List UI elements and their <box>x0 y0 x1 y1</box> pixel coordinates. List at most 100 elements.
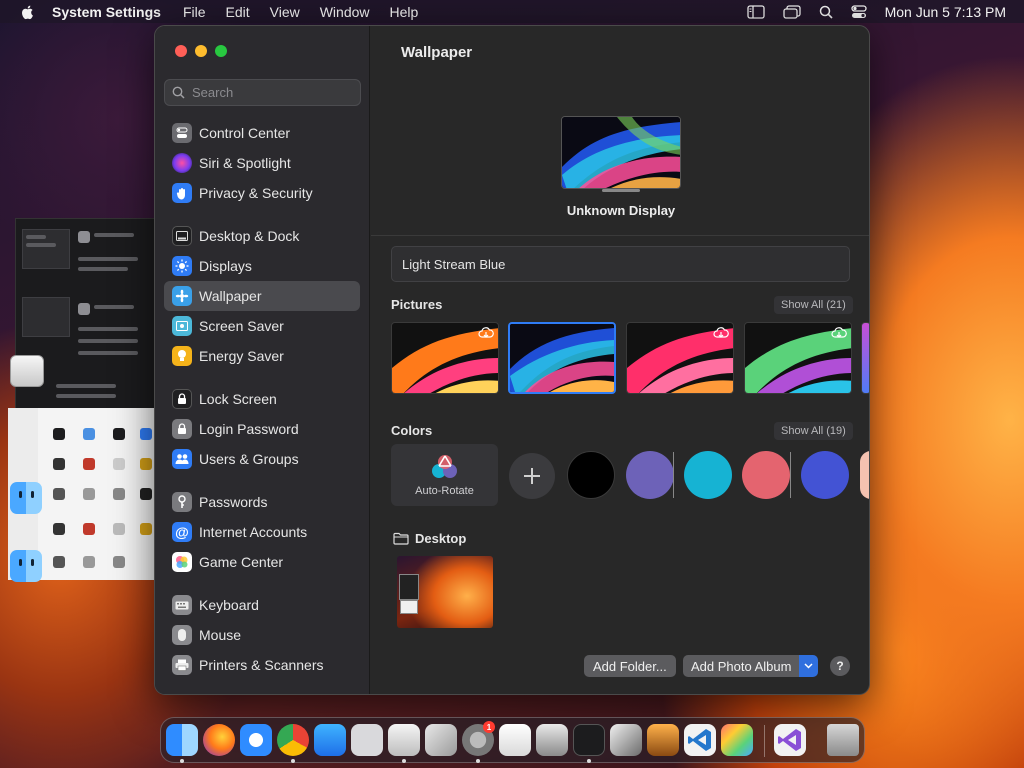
dock-chrome-icon[interactable] <box>277 724 309 756</box>
users-icon <box>172 449 192 469</box>
color-swatch-purple[interactable] <box>626 451 674 499</box>
dock-disk-utility-icon[interactable] <box>388 724 420 756</box>
color-swatch-black[interactable] <box>567 451 615 499</box>
menu-file[interactable]: File <box>183 4 206 20</box>
wallpaper-thumbnail[interactable] <box>626 322 734 394</box>
auto-rotate-button[interactable]: Auto-Rotate <box>391 444 498 506</box>
dock-app-store-icon[interactable] <box>314 724 346 756</box>
color-swatch-peach[interactable] <box>860 451 869 499</box>
sidebar-item-label: Printers & Scanners <box>199 657 324 673</box>
stage-manager-icon[interactable] <box>782 4 801 19</box>
dock-safari-icon[interactable] <box>240 724 272 756</box>
spotlight-search-icon[interactable] <box>819 5 833 19</box>
sidebar-item-desktop-dock[interactable]: Desktop & Dock <box>164 221 360 251</box>
dock-textedit-icon[interactable] <box>499 724 531 756</box>
sidebar-item-label: Control Center <box>199 125 291 141</box>
sidebar-item-energy-saver[interactable]: Energy Saver <box>164 341 360 371</box>
dock-instruments-icon[interactable] <box>610 724 642 756</box>
sidebar-item-siri-spotlight[interactable]: Siri & Spotlight <box>164 148 360 178</box>
running-indicator <box>476 759 480 763</box>
dock-launchpad-icon[interactable] <box>721 724 753 756</box>
auto-rotate-icon <box>431 455 457 478</box>
search-field[interactable] <box>164 79 361 106</box>
wallpaper-thumbnail[interactable] <box>861 322 869 394</box>
chevron-down-icon[interactable] <box>799 655 819 677</box>
color-swatch-pink[interactable] <box>742 451 790 499</box>
wallpaper-name: Light Stream Blue <box>402 256 506 272</box>
menu-clock[interactable]: Mon Jun 5 7:13 PM <box>885 4 1006 20</box>
swatch-divider <box>673 452 674 498</box>
sidebar-item-keyboard[interactable]: Keyboard <box>164 590 360 620</box>
printer-icon <box>172 655 192 675</box>
sidebar-item-printers-scanners[interactable]: Printers & Scanners <box>164 650 360 680</box>
colors-show-all-button[interactable]: Show All (19) <box>774 422 853 440</box>
dock-separator <box>764 725 765 757</box>
sidebar-item-users-groups[interactable]: Users & Groups <box>164 444 360 474</box>
dock-visual-studio-icon[interactable] <box>774 724 806 756</box>
close-button[interactable] <box>175 45 187 57</box>
sidebar-toggle-icon[interactable] <box>746 4 765 19</box>
dock-firefox-icon[interactable] <box>203 724 235 756</box>
color-swatch-teal[interactable] <box>684 451 732 499</box>
sidebar-item-displays[interactable]: Displays <box>164 251 360 281</box>
dock-terminal-icon[interactable] <box>573 724 605 756</box>
dock-script-editor-icon[interactable] <box>425 724 457 756</box>
search-icon <box>172 86 185 99</box>
wallpaper-icon <box>172 286 192 306</box>
minimize-button[interactable] <box>195 45 207 57</box>
sidebar-item-wallpaper[interactable]: Wallpaper <box>164 281 360 311</box>
disk-utility-icon[interactable] <box>10 355 44 387</box>
siri-icon <box>172 153 192 173</box>
system-settings-window: Control Center Siri & Spotlight Privacy … <box>154 25 870 695</box>
control-center-icon[interactable] <box>850 4 867 19</box>
cloud-download-icon <box>478 327 494 338</box>
dock-finder-icon[interactable] <box>166 724 198 756</box>
game-center-icon <box>172 552 192 572</box>
menu-window[interactable]: Window <box>320 4 370 20</box>
hand-icon <box>172 183 192 203</box>
add-photo-album-label[interactable]: Add Photo Album <box>683 655 800 677</box>
finder-icon[interactable] <box>10 550 42 582</box>
pictures-show-all-button[interactable]: Show All (21) <box>774 296 853 314</box>
wallpaper-thumbnail[interactable] <box>744 322 852 394</box>
colors-title: Colors <box>391 423 433 438</box>
sidebar-item-lock-screen[interactable]: Lock Screen <box>164 384 360 414</box>
sidebar-item-mouse[interactable]: Mouse <box>164 620 360 650</box>
sidebar-item-internet-accounts[interactable]: @ Internet Accounts <box>164 517 360 547</box>
desktop-folder-header: Desktop <box>393 531 466 546</box>
wallpaper-thumbnail-selected[interactable] <box>508 322 616 394</box>
add-photo-album-button[interactable]: Add Photo Album <box>683 655 819 677</box>
menu-edit[interactable]: Edit <box>226 4 250 20</box>
wallpaper-name-field[interactable]: Light Stream Blue <box>391 246 850 282</box>
dock-vscode-icon[interactable] <box>684 724 716 756</box>
sidebar-item-screen-saver[interactable]: Screen Saver <box>164 311 360 341</box>
lightbulb-icon <box>172 346 192 366</box>
color-swatch-blue[interactable] <box>801 451 849 499</box>
desktop-folder-image[interactable] <box>397 556 493 628</box>
running-indicator <box>587 759 591 763</box>
sidebar-item-label: Screen Saver <box>199 318 284 334</box>
zoom-button[interactable] <box>215 45 227 57</box>
dock-trash-icon[interactable] <box>827 724 859 756</box>
dock-preview-icon[interactable] <box>536 724 568 756</box>
dock: 1 <box>160 717 865 763</box>
menu-app-name[interactable]: System Settings <box>52 4 161 20</box>
wallpaper-thumbnail[interactable] <box>391 322 499 394</box>
sidebar-item-game-center[interactable]: Game Center <box>164 547 360 577</box>
dock-screenshot-icon[interactable] <box>351 724 383 756</box>
finder-icon[interactable] <box>10 482 42 514</box>
sidebar-item-passwords[interactable]: Passwords <box>164 487 360 517</box>
padlock-icon <box>172 419 192 439</box>
sidebar-item-login-password[interactable]: Login Password <box>164 414 360 444</box>
apple-logo-icon[interactable] <box>20 4 36 20</box>
dock-garageband-icon[interactable] <box>647 724 679 756</box>
menu-help[interactable]: Help <box>390 4 419 20</box>
search-input[interactable] <box>192 85 352 100</box>
add-color-button[interactable] <box>509 453 555 499</box>
menu-view[interactable]: View <box>270 4 300 20</box>
add-folder-button[interactable]: Add Folder... <box>584 655 676 677</box>
desktop-folder-title: Desktop <box>415 531 467 546</box>
help-button[interactable]: ? <box>830 656 850 676</box>
sidebar-item-control-center[interactable]: Control Center <box>164 118 360 148</box>
sidebar-item-privacy-security[interactable]: Privacy & Security <box>164 178 360 208</box>
